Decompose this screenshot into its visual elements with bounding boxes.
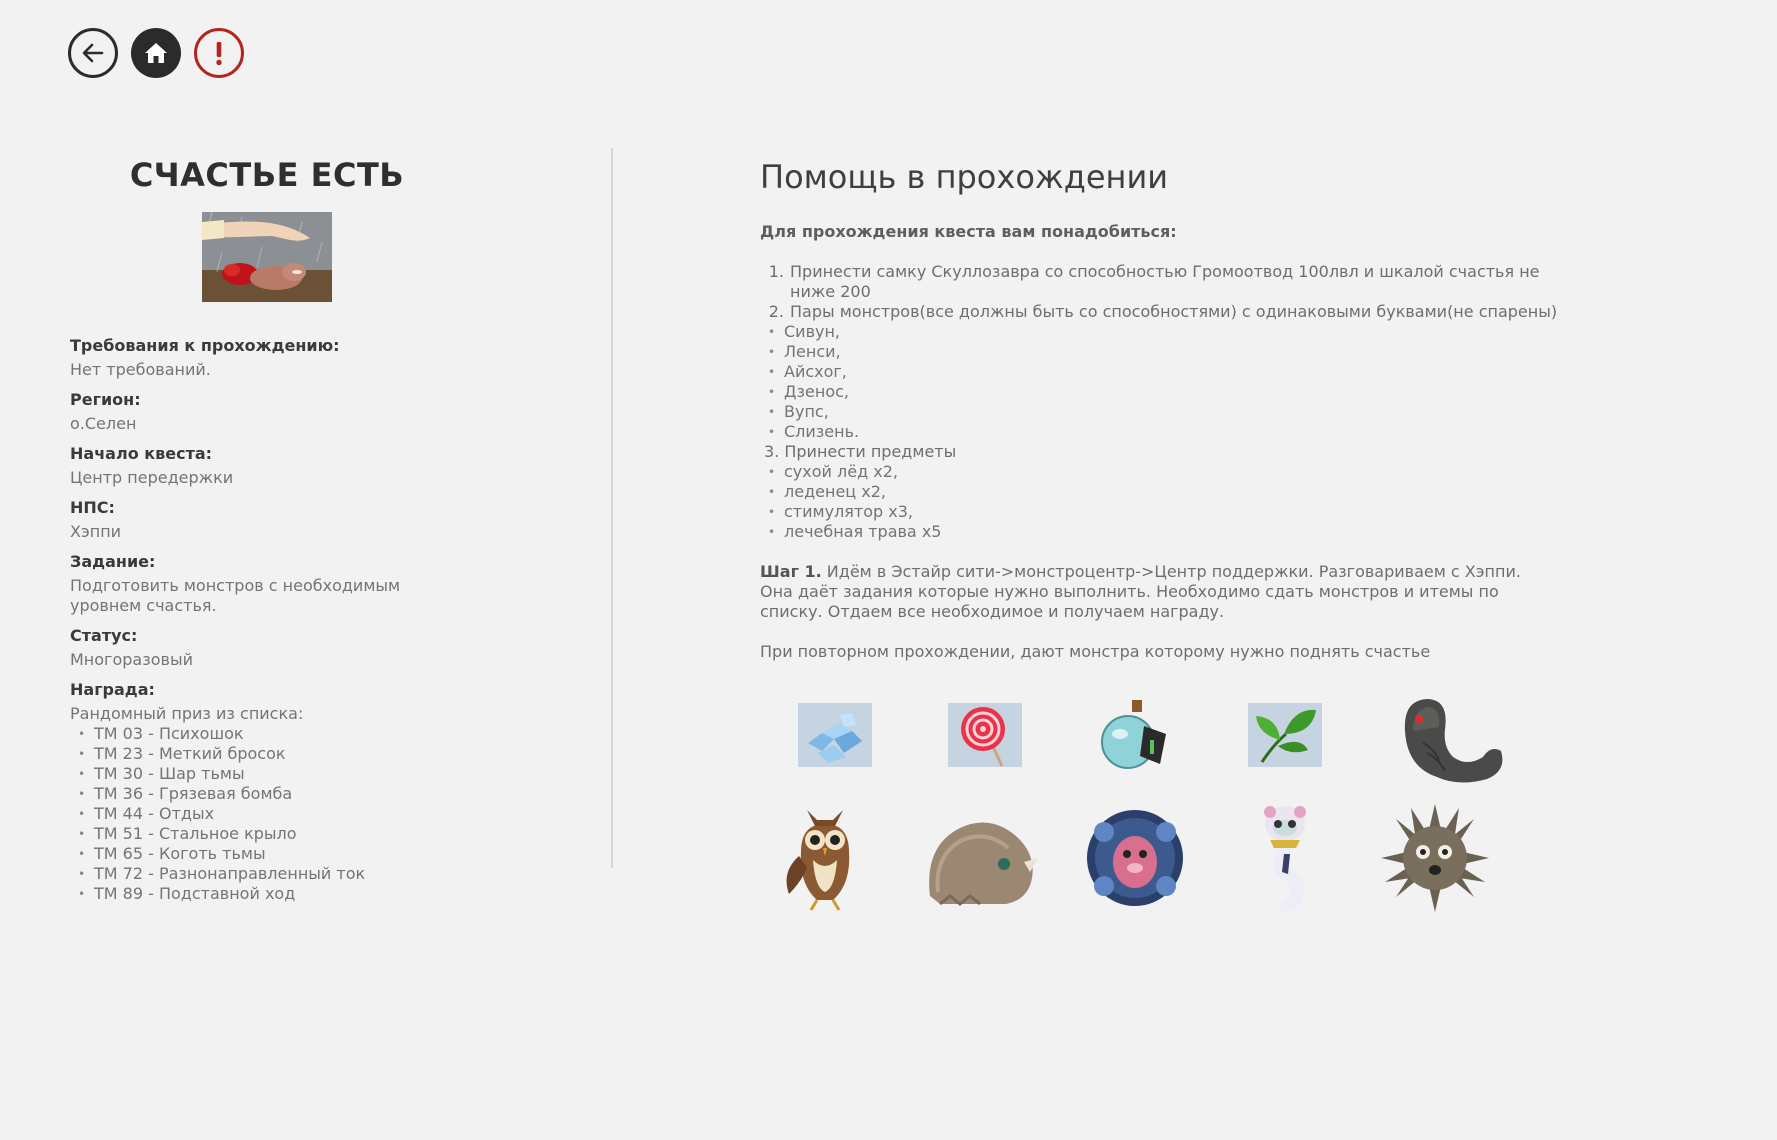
reward-item: ТМ 89 - Подставной ход	[78, 884, 540, 904]
status-label: Статус:	[70, 626, 138, 645]
armored-monster-icon	[1087, 809, 1183, 906]
list-item-text: 3. Принести предметы	[764, 442, 957, 461]
need-heading: Для прохождения квеста вам понадобиться:	[760, 222, 1177, 241]
alert-button[interactable]	[194, 28, 244, 78]
arrow-left-icon	[82, 43, 104, 63]
white-serpent-icon	[1264, 805, 1306, 912]
help-title: Помощь в прохождении	[760, 158, 1169, 196]
reward-item: ТМ 65 - Коготь тьмы	[78, 844, 540, 864]
top-nav	[68, 28, 244, 78]
item-entry: сухой лёд x2,	[768, 462, 1560, 482]
reward-item: ТМ 30 - Шар тьмы	[78, 764, 540, 784]
monster-item: Сивун,	[768, 322, 1560, 342]
status-value: Многоразовый	[70, 650, 193, 669]
npc-label: НПС:	[70, 498, 115, 517]
monster-item: Слизень.	[768, 422, 1560, 442]
worm-monster-icon	[1404, 698, 1503, 783]
quest-image	[202, 212, 332, 302]
list-item-number: 2.	[768, 302, 784, 321]
stimulator-item	[1095, 695, 1175, 775]
owl-monster	[775, 800, 875, 915]
list-item-text: Принести самку Скуллозавра со способност…	[790, 262, 1540, 301]
start-value: Центр передержки	[70, 468, 234, 487]
stimulator-potion-icon	[1101, 700, 1166, 769]
item-entry: стимулятор x3,	[768, 502, 1560, 522]
reward-intro: Рандомный приз из списка:	[70, 704, 304, 723]
item-entry: лечебная трава x5	[768, 522, 1560, 542]
worm-monster	[1380, 690, 1510, 785]
quest-details: Требования к прохождению: Нет требований…	[70, 336, 540, 904]
npc-value: Хэппи	[70, 522, 122, 541]
task-value: Подготовить монстров с необходимым уровн…	[70, 576, 401, 615]
step-1: Шаг 1. Идём в Эстайр сити->монстроцентр-…	[760, 562, 1550, 622]
walkthrough-panel: Помощь в прохождении Для прохождения кве…	[760, 150, 1560, 662]
healing-herb-icon	[1256, 709, 1316, 763]
reward-item: ТМ 51 - Стальное крыло	[78, 824, 540, 844]
lollipop-item	[945, 700, 1025, 770]
requirements-label: Требования к прохождению:	[70, 336, 340, 355]
quest-info-panel: СЧАСТЬЕ ЕСТЬ Требования к прохождению: Н…	[70, 150, 540, 904]
healing-herb-item	[1245, 700, 1325, 770]
armored-monster	[1080, 800, 1190, 915]
owl-monster-icon	[786, 809, 850, 911]
dry-ice-item	[795, 700, 875, 770]
item-entry: леденец x2,	[768, 482, 1560, 502]
furry-beast-monster	[920, 805, 1040, 910]
step-text: Идём в Эстайр сити->монстроцентр->Центр …	[760, 562, 1521, 621]
spiky-ball-monster	[1375, 800, 1495, 915]
furry-beast-icon	[929, 822, 1038, 906]
list-item-number: 1.	[768, 262, 784, 281]
reward-item: ТМ 03 - Психошок	[78, 724, 540, 744]
back-button[interactable]	[68, 28, 118, 78]
dry-ice-icon	[808, 713, 862, 763]
monster-item: Вупс,	[768, 402, 1560, 422]
step-label: Шаг 1.	[760, 562, 822, 581]
region-value: о.Селен	[70, 414, 137, 433]
monster-item: Дзенос,	[768, 382, 1560, 402]
reward-list: ТМ 03 - Психошок ТМ 23 - Меткий бросок Т…	[70, 724, 540, 904]
monster-item: Айсхог,	[768, 362, 1560, 382]
list-item-text: Пары монстров(все должны быть со способн…	[790, 302, 1558, 321]
reward-item: ТМ 23 - Меткий бросок	[78, 744, 540, 764]
column-divider	[611, 148, 613, 868]
quest-illustration-icon	[202, 212, 332, 302]
home-button[interactable]	[131, 28, 181, 78]
requirements-list: 1. Принести самку Скуллозавра со способн…	[760, 262, 1560, 542]
list-item: 1. Принести самку Скуллозавра со способн…	[760, 262, 1560, 302]
lollipop-icon	[961, 707, 1005, 767]
quest-title: СЧАСТЬЕ ЕСТЬ	[129, 156, 405, 194]
start-label: Начало квеста:	[70, 444, 213, 463]
page: СЧАСТЬЕ ЕСТЬ Требования к прохождению: Н…	[0, 0, 1777, 1140]
spiky-ball-icon	[1381, 803, 1489, 912]
home-icon	[145, 43, 167, 63]
reward-label: Награда:	[70, 680, 155, 699]
white-serpent-monster	[1235, 800, 1335, 915]
exclamation-icon	[216, 42, 222, 66]
items-monsters-grid	[760, 690, 1520, 920]
requirements-value: Нет требований.	[70, 360, 211, 379]
list-item: 2. Пары монстров(все должны быть со спос…	[760, 302, 1560, 322]
reward-item: ТМ 72 - Разнонаправленный ток	[78, 864, 540, 884]
repeat-note: При повторном прохождении, дают монстра …	[760, 642, 1431, 661]
region-label: Регион:	[70, 390, 141, 409]
reward-item: ТМ 44 - Отдых	[78, 804, 540, 824]
items-list: сухой лёд x2, леденец x2, стимулятор x3,…	[760, 462, 1560, 542]
reward-item: ТМ 36 - Грязевая бомба	[78, 784, 540, 804]
task-label: Задание:	[70, 552, 156, 571]
monster-item: Ленси,	[768, 342, 1560, 362]
monster-list: Сивун, Ленси, Айсхог, Дзенос, Вупс, Слиз…	[760, 322, 1560, 442]
